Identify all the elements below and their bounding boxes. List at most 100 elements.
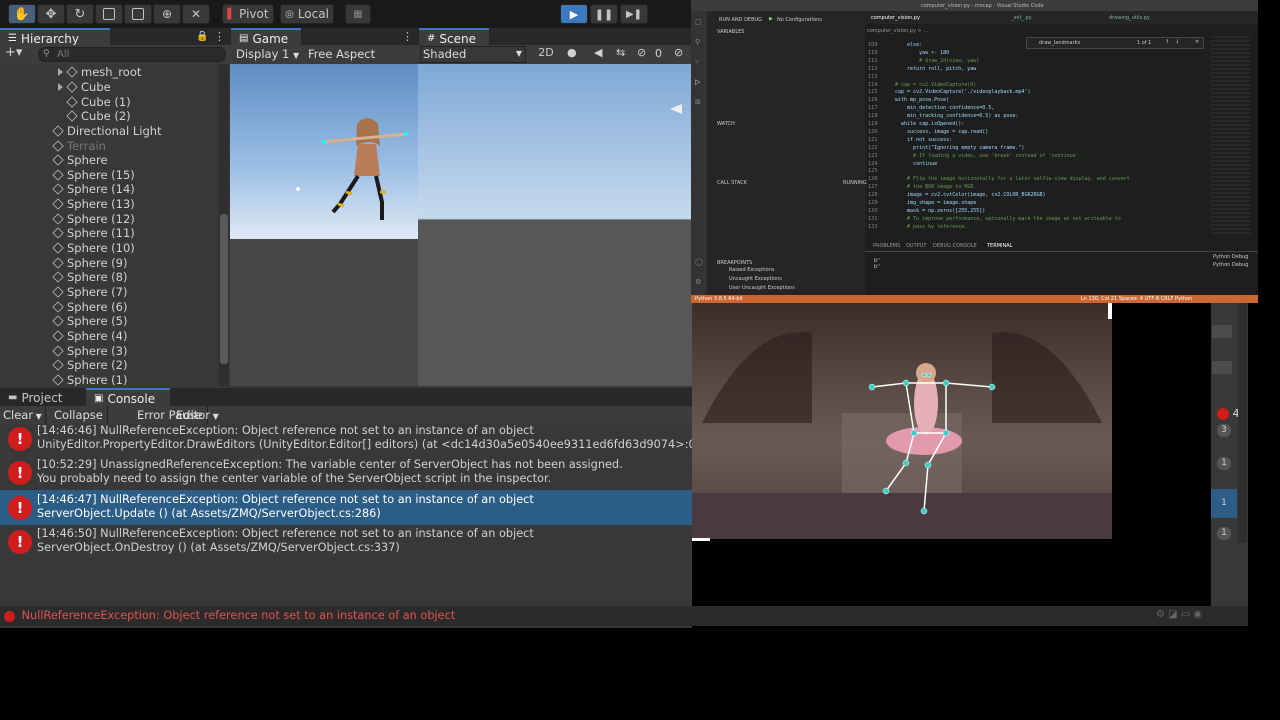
play-button[interactable]: ▶ xyxy=(560,4,588,24)
transform-tool-button[interactable]: ⊕ xyxy=(153,4,181,24)
hierarchy-search-input[interactable]: ⚲ All xyxy=(38,47,226,62)
status-right[interactable]: Ln 130, Col 21 Spaces: 4 UTF-8 CRLF Pyth… xyxy=(1081,296,1192,302)
variables-label[interactable]: VARIABLES xyxy=(717,29,744,35)
hierarchy-item[interactable]: Sphere (12) xyxy=(44,212,135,227)
panel-tab[interactable]: OUTPUT xyxy=(906,243,926,249)
code-line[interactable]: min_tracking_confidence=0.5) as pose: xyxy=(895,113,1018,119)
extensions-icon[interactable]: ⊞ xyxy=(695,98,701,106)
editor-tab[interactable]: _init_.py xyxy=(1011,15,1032,21)
hierarchy-item[interactable]: Sphere xyxy=(44,153,108,168)
rect-tool-button[interactable] xyxy=(124,4,152,24)
hierarchy-item[interactable]: Cube xyxy=(58,80,111,95)
hierarchy-item[interactable]: Sphere (4) xyxy=(44,329,127,344)
hierarchy-scrollbar[interactable] xyxy=(219,64,229,386)
watch-label[interactable]: WATCH xyxy=(717,121,735,127)
panel-tab[interactable]: TERMINAL xyxy=(987,243,1012,249)
code-line[interactable]: # cap = cv2.VideoCapture(0) xyxy=(895,82,976,88)
code-line[interactable]: if not success: xyxy=(895,137,952,143)
panel-tab[interactable]: DEBUG CONSOLE xyxy=(933,243,977,249)
scene-viewport[interactable] xyxy=(418,64,692,386)
hierarchy-item[interactable]: Sphere (15) xyxy=(44,168,135,183)
hierarchy-item[interactable]: Sphere (8) xyxy=(44,270,127,285)
shading-dropdown[interactable]: Shaded ▼ xyxy=(420,46,526,63)
breakpoint-checkbox[interactable]: Raised Exceptions xyxy=(729,267,774,273)
breakpoints-label[interactable]: BREAKPOINTS xyxy=(717,260,752,266)
expand-arrow-icon[interactable] xyxy=(58,82,63,91)
code-line[interactable]: # Flip the image horizontally for a late… xyxy=(895,176,1130,182)
video-frame[interactable] xyxy=(692,303,1112,539)
pause-button[interactable]: ❚❚ xyxy=(590,4,618,24)
expand-arrow-icon[interactable] xyxy=(58,68,63,77)
minimap[interactable] xyxy=(1211,36,1251,236)
display-dropdown[interactable]: Display 1 ▼ xyxy=(236,47,304,62)
hierarchy-item[interactable]: Sphere (14) xyxy=(44,182,135,197)
code-line[interactable]: else: xyxy=(895,42,922,48)
git-icon[interactable]: ⑂ xyxy=(695,58,699,66)
editor-tab[interactable]: computer_vision.py xyxy=(871,15,920,21)
console-log-entry[interactable]: ! [14:46:47] NullReferenceException: Obje… xyxy=(0,490,692,525)
add-object-button[interactable]: +▾ xyxy=(5,45,22,60)
lighting-icon[interactable]: ● xyxy=(567,46,577,59)
hierarchy-item[interactable]: Sphere (5) xyxy=(44,314,127,329)
video-scroll-thumb[interactable] xyxy=(1108,303,1112,319)
tab-project[interactable]: ▬ Project xyxy=(0,388,86,408)
lock-icon[interactable]: 🔒 xyxy=(196,31,208,42)
scroll-thumb[interactable] xyxy=(220,214,228,364)
aspect-dropdown[interactable]: Free Aspect xyxy=(308,47,416,62)
hierarchy-item[interactable]: Terrain xyxy=(44,138,106,153)
grid-snap-button[interactable]: ▦ xyxy=(345,4,371,24)
rotate-tool-button[interactable]: ↻ xyxy=(66,4,94,24)
hierarchy-item[interactable]: Cube (2) xyxy=(58,109,131,124)
files-icon[interactable]: ▢ xyxy=(695,18,702,26)
code-line[interactable]: success, image = cap.read() xyxy=(895,129,988,135)
console-log-entry[interactable]: ! [14:46:50] NullReferenceException: Obje… xyxy=(0,524,692,559)
scene-more-icon[interactable]: ⊘ xyxy=(674,46,683,59)
code-line[interactable]: image = cv2.cvtColor(image, cv2.COLOR_BG… xyxy=(895,192,1045,198)
code-line[interactable]: print("Ignoring empty camera frame.") xyxy=(895,145,1024,151)
code-line[interactable]: # To improve performance, optionally mar… xyxy=(895,216,1121,222)
inspector-field[interactable] xyxy=(1212,361,1232,374)
inspector-field[interactable] xyxy=(1212,325,1232,338)
code-line[interactable]: mask = np.zeros([255,255]) xyxy=(895,208,985,214)
pivot-button[interactable]: ▌ Pivot xyxy=(222,4,274,24)
code-line[interactable]: # draw_2d(view, yaw) xyxy=(895,58,979,64)
config-dropdown[interactable]: No Configurations xyxy=(777,17,822,23)
hierarchy-item[interactable]: mesh_root xyxy=(58,65,141,80)
scene-orientation-gizmo[interactable] xyxy=(670,104,682,114)
hierarchy-item[interactable]: Cube (1) xyxy=(58,94,131,109)
breakpoint-checkbox[interactable]: Uncaught Exceptions xyxy=(729,276,782,282)
terminal-item[interactable]: Python Debug xyxy=(1213,262,1248,268)
code-line[interactable]: return roll, pitch, yaw xyxy=(895,66,976,72)
toggle-2d-button[interactable]: 2D xyxy=(534,46,558,63)
hierarchy-item[interactable]: Sphere (2) xyxy=(44,358,127,373)
hierarchy-item[interactable]: Sphere (7) xyxy=(44,285,127,300)
editor-dropdown[interactable]: Editor ▼ xyxy=(172,406,223,424)
hand-tool-button[interactable]: ✋ xyxy=(8,4,36,24)
unity-status-bar[interactable]: NullReferenceException: Object reference… xyxy=(0,606,1248,626)
code-line[interactable]: continue xyxy=(895,161,937,167)
local-button[interactable]: ◎ Local xyxy=(280,4,334,24)
console-log-entry[interactable]: ! [10:52:29] UnassignedReferenceException… xyxy=(0,455,692,490)
account-icon[interactable]: ◯ xyxy=(695,258,703,266)
debug-icon[interactable]: ▷ xyxy=(695,78,700,86)
step-button[interactable]: ▶❚ xyxy=(620,4,648,24)
inspector-scrollbar[interactable] xyxy=(1238,303,1247,543)
code-line[interactable]: # pass by reference. xyxy=(895,224,967,230)
audio-icon[interactable]: ◀ xyxy=(594,46,602,59)
scale-tool-button[interactable] xyxy=(95,4,123,24)
terminal-item[interactable]: Python Debug xyxy=(1213,254,1248,260)
console-log-entry[interactable]: ! [14:46:46] NullReferenceException: Obje… xyxy=(0,424,692,456)
collapse-button[interactable]: Collapse xyxy=(50,406,108,424)
code-line[interactable]: yaw <- 180 xyxy=(895,50,949,56)
editor-tab[interactable]: drawing_utils.py xyxy=(1109,15,1150,21)
panel-tab[interactable]: PROBLEMS xyxy=(873,243,900,249)
gear-icon[interactable]: ⚙ xyxy=(695,278,701,286)
effects-icon[interactable]: ⇆ xyxy=(616,46,625,59)
callstack-label[interactable]: CALL STACK xyxy=(717,180,747,186)
hierarchy-item[interactable]: Sphere (10) xyxy=(44,241,135,256)
custom-tool-button[interactable]: ✕ xyxy=(182,4,210,24)
hierarchy-item[interactable]: Sphere (9) xyxy=(44,255,127,270)
hierarchy-item[interactable]: Sphere (13) xyxy=(44,197,135,212)
move-tool-button[interactable]: ✥ xyxy=(37,4,65,24)
game-viewport[interactable] xyxy=(230,64,418,239)
